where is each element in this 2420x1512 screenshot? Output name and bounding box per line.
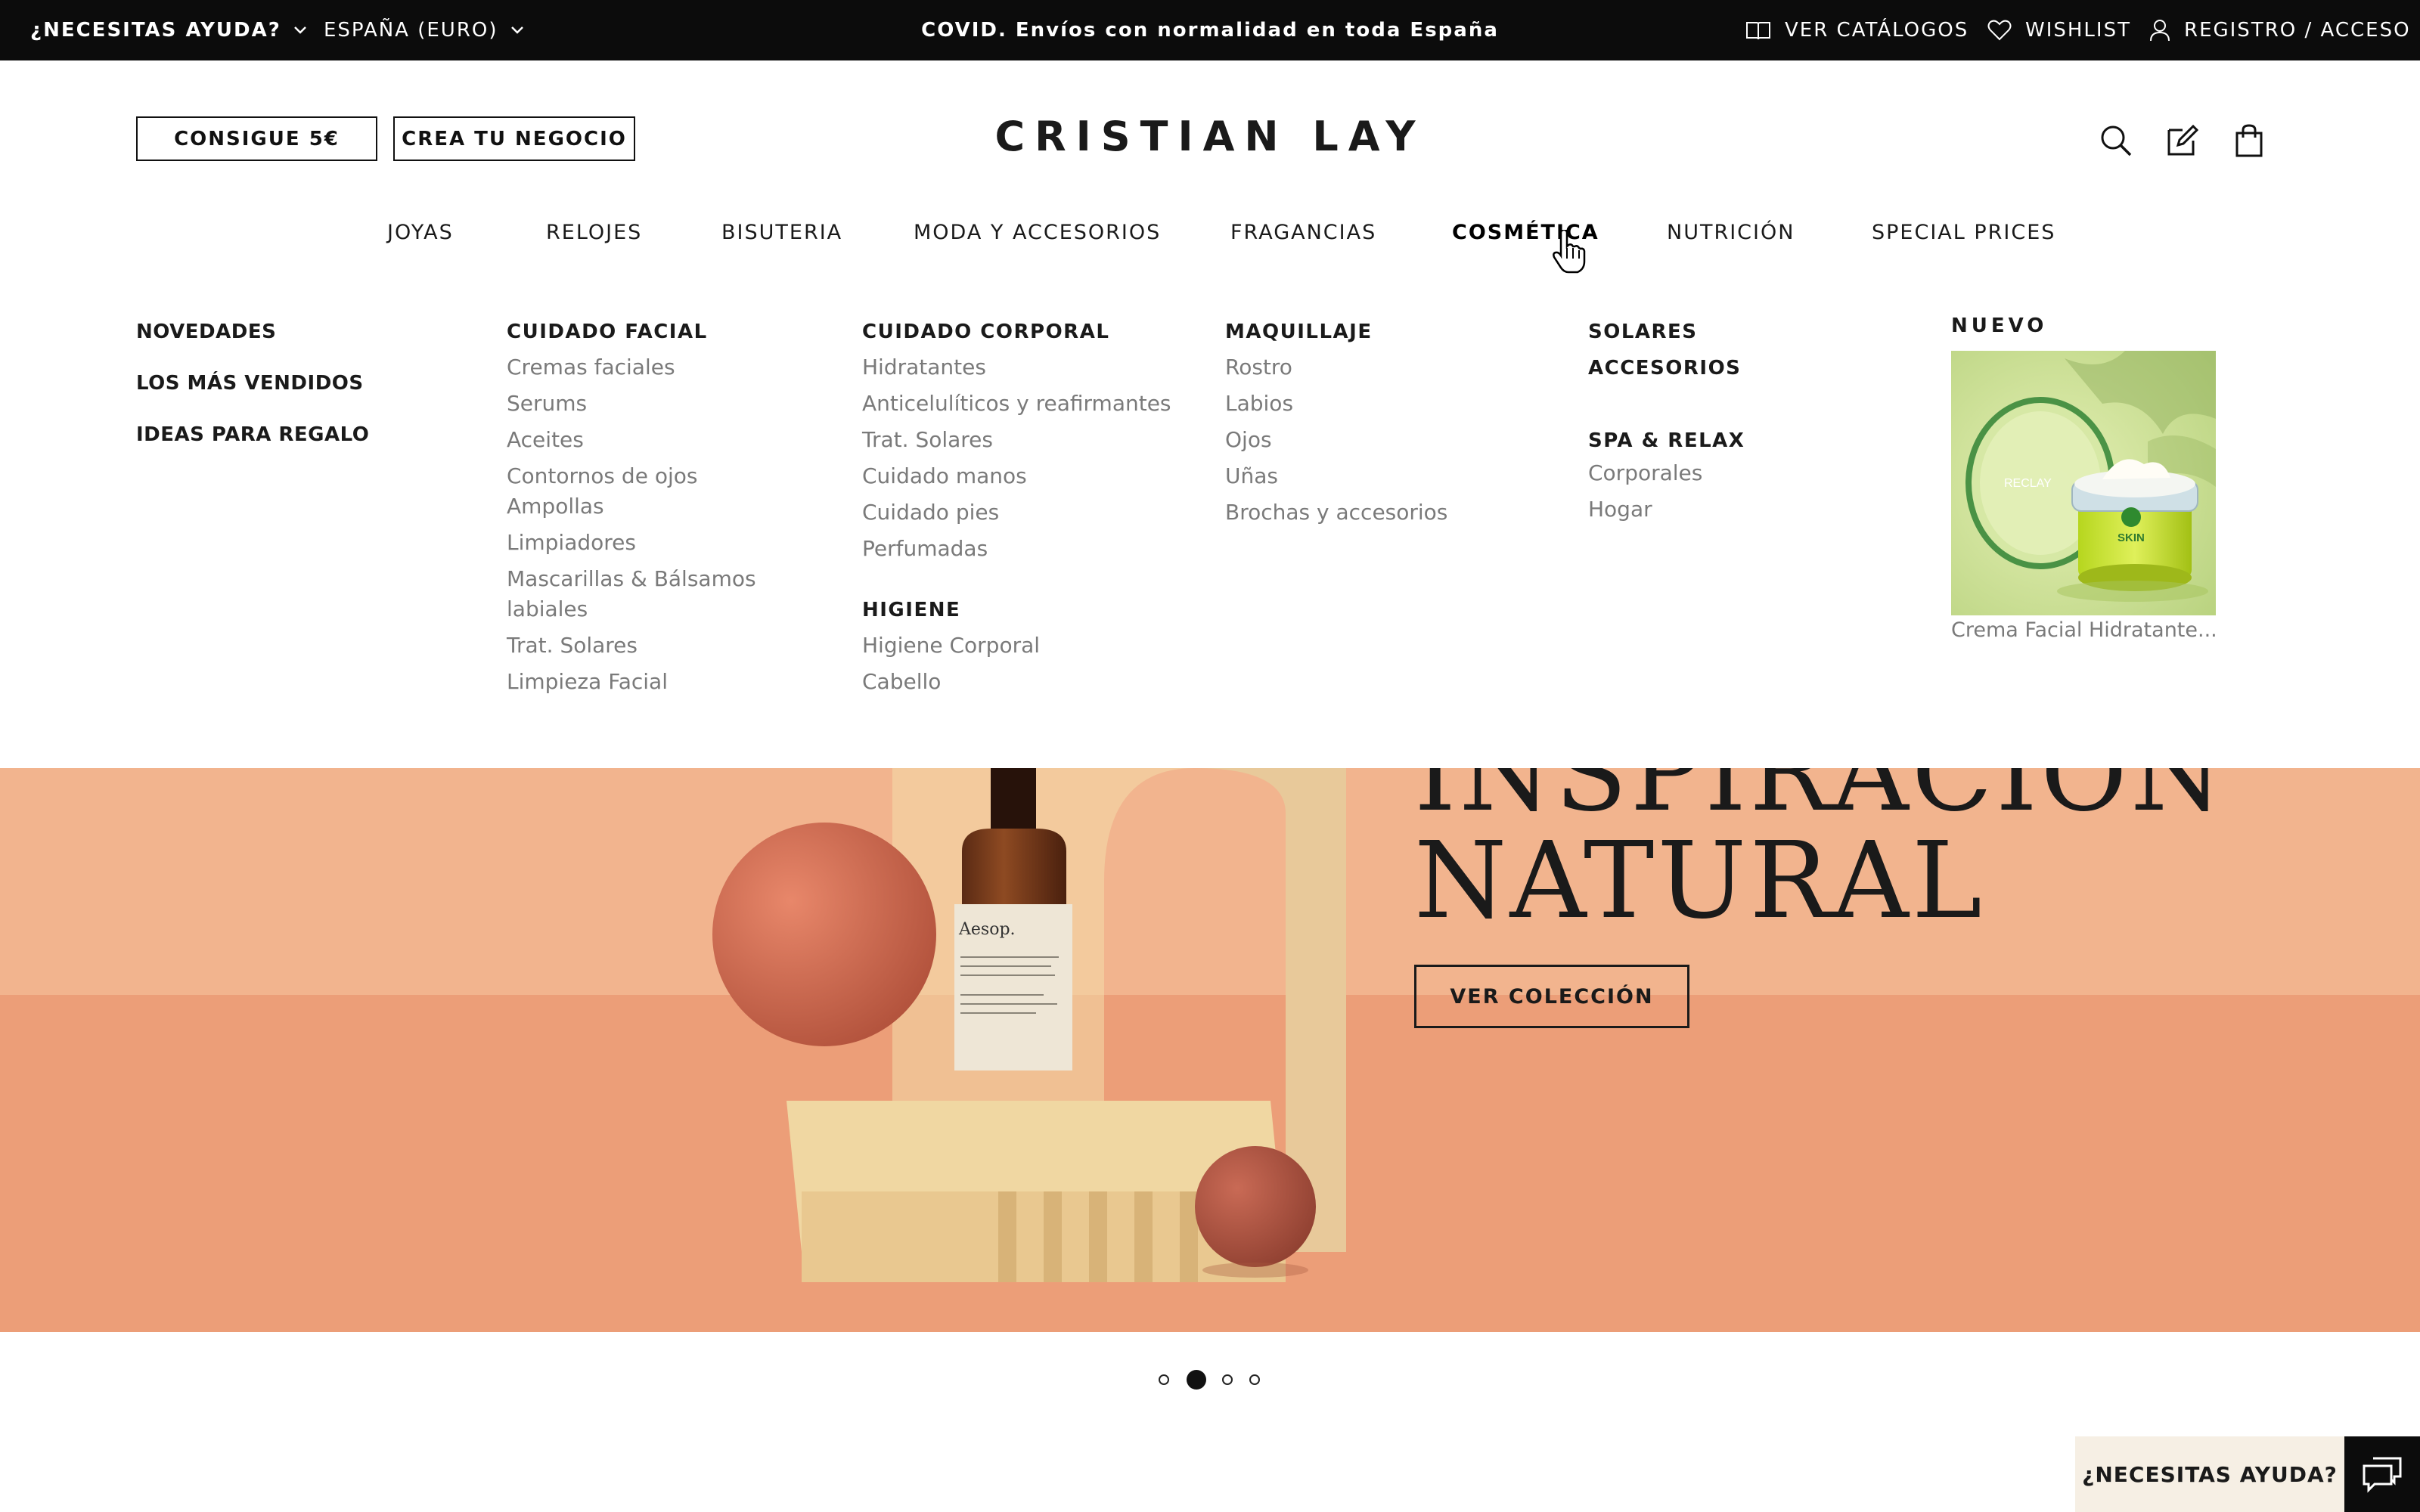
catalogs-label: VER CATÁLOGOS xyxy=(1785,19,1969,42)
menu-title-maquillaje[interactable]: MAQUILLAJE xyxy=(1225,321,1373,343)
hand-cursor-icon xyxy=(1553,230,1586,274)
help-widget-label: ¿NECESITAS AYUDA? xyxy=(2082,1461,2338,1487)
menu-link[interactable]: Labios xyxy=(1225,389,1293,419)
new-product-label: NUEVO xyxy=(1951,314,2048,337)
view-collection-button[interactable]: VER COLECCIÓN xyxy=(1414,965,1689,1028)
menu-title-accesorios[interactable]: ACCESORIOS xyxy=(1588,357,1741,380)
menu-title-cuidado-corporal[interactable]: CUIDADO CORPORAL xyxy=(862,321,1109,343)
nav-item-bisuteria[interactable]: BISUTERIA xyxy=(721,213,842,251)
menu-title-cuidado-facial[interactable]: CUIDADO FACIAL xyxy=(507,321,708,343)
book-icon xyxy=(1746,22,1770,40)
menu-link[interactable]: Limpiadores xyxy=(507,528,636,558)
carousel-dot-1[interactable] xyxy=(1159,1374,1169,1385)
menu-link[interactable]: labiales xyxy=(507,594,588,624)
menu-link-mas-vendidos[interactable]: LOS MÁS VENDIDOS xyxy=(136,372,364,395)
menu-title-higiene[interactable]: HIGIENE xyxy=(862,599,960,621)
new-product-image[interactable]: RECLAY SKIN xyxy=(1951,351,2216,615)
hero-image: Aesop. xyxy=(0,768,2420,1332)
search-icon[interactable] xyxy=(2099,124,2133,157)
top-bar: ¿NECESITAS AYUDA? ESPAÑA (EURO) COVID. E… xyxy=(0,0,2420,60)
nav-item-fragancias[interactable]: FRAGANCIAS xyxy=(1230,213,1376,251)
menu-link[interactable]: Cabello xyxy=(862,667,941,697)
user-icon xyxy=(2150,20,2170,42)
menu-link[interactable]: Hidratantes xyxy=(862,352,986,383)
help-widget[interactable]: ¿NECESITAS AYUDA? xyxy=(2075,1436,2344,1512)
wishlist-link[interactable]: WISHLIST xyxy=(1987,0,2131,60)
menu-link-novedades[interactable]: NOVEDADES xyxy=(136,321,276,343)
svg-text:Aesop.: Aesop. xyxy=(958,920,1016,939)
menu-link[interactable]: Anticelulíticos y reafirmantes xyxy=(862,389,1171,419)
menu-link[interactable]: Perfumadas xyxy=(862,534,988,564)
menu-link[interactable]: Ojos xyxy=(1225,425,1272,455)
menu-link[interactable]: Mascarillas & Bálsamos xyxy=(507,564,756,594)
menu-title-solares[interactable]: SOLARES xyxy=(1588,321,1698,343)
nav-item-joyas[interactable]: JOYAS xyxy=(387,213,454,251)
shopping-bag-icon[interactable] xyxy=(2232,124,2266,157)
hero-title-line-1: INSPIRACIÓN xyxy=(1414,768,2226,835)
carousel-dot-4[interactable] xyxy=(1249,1374,1260,1385)
help-dropdown-label: ¿NECESITAS AYUDA? xyxy=(30,19,281,42)
edit-icon[interactable] xyxy=(2166,124,2199,157)
menu-link[interactable]: Ampollas xyxy=(507,491,604,522)
menu-link[interactable]: Limpieza Facial xyxy=(507,667,668,697)
menu-link[interactable]: Aceites xyxy=(507,425,584,455)
help-dropdown[interactable]: ¿NECESITAS AYUDA? xyxy=(30,0,307,60)
carousel-dot-2-active[interactable] xyxy=(1187,1370,1206,1390)
menu-link[interactable]: Contornos de ojos xyxy=(507,461,697,491)
menu-link[interactable]: Corporales xyxy=(1588,458,1702,488)
menu-link[interactable]: Uñas xyxy=(1225,461,1278,491)
hero-banner: Aesop. INSPIRACIÓN NATURAL VER COLECCIÓN xyxy=(0,768,2420,1332)
carousel-dot-3[interactable] xyxy=(1222,1374,1233,1385)
chevron-down-icon xyxy=(510,26,523,34)
menu-link[interactable]: Trat. Solares xyxy=(507,631,638,661)
menu-link-ideas-regalo[interactable]: IDEAS PARA REGALO xyxy=(136,423,369,446)
nav-item-nutricion[interactable]: NUTRICIÓN xyxy=(1667,213,1795,251)
menu-link[interactable]: Cremas faciales xyxy=(507,352,675,383)
brand-logo[interactable]: CRISTIAN LAY xyxy=(908,106,1512,166)
country-selector[interactable]: ESPAÑA (EURO) xyxy=(324,0,524,60)
country-selector-label: ESPAÑA (EURO) xyxy=(324,19,498,42)
wishlist-label: WISHLIST xyxy=(2025,19,2131,42)
main-nav: JOYAS RELOJES BISUTERIA MODA Y ACCESORIO… xyxy=(0,213,2420,251)
svg-text:SKIN: SKIN xyxy=(2118,531,2145,544)
login-link[interactable]: REGISTRO / ACCESO xyxy=(2149,0,2411,60)
heart-icon xyxy=(1987,20,2012,41)
menu-link[interactable]: Serums xyxy=(507,389,587,419)
menu-link[interactable]: Rostro xyxy=(1225,352,1292,383)
menu-title-spa-relax[interactable]: SPA & RELAX xyxy=(1588,429,1745,452)
nav-item-moda-accesorios[interactable]: MODA Y ACCESORIOS xyxy=(914,213,1161,251)
menu-link[interactable]: Hogar xyxy=(1588,494,1652,525)
get-5-euros-button[interactable]: CONSIGUE 5€ xyxy=(136,116,377,161)
menu-link[interactable]: Higiene Corporal xyxy=(862,631,1040,661)
hero-title-line-2: NATURAL xyxy=(1414,820,1985,943)
svg-text:RECLAY: RECLAY xyxy=(2004,477,2052,490)
login-label: REGISTRO / ACCESO xyxy=(2184,19,2411,42)
chevron-down-icon xyxy=(293,26,306,34)
menu-link[interactable]: Cuidado manos xyxy=(862,461,1027,491)
cream-jar-illustration: RECLAY SKIN xyxy=(1951,351,2216,615)
chat-icon xyxy=(2363,1457,2402,1493)
new-product-caption[interactable]: Crema Facial Hidratante... xyxy=(1951,618,2217,642)
catalogs-link[interactable]: VER CATÁLOGOS xyxy=(1745,0,1969,60)
create-business-button[interactable]: CREA TU NEGOCIO xyxy=(393,116,635,161)
menu-link[interactable]: Cuidado pies xyxy=(862,497,999,528)
menu-link[interactable]: Brochas y accesorios xyxy=(1225,497,1447,528)
promo-banner-text: COVID. Envíos con normalidad en toda Esp… xyxy=(921,19,1499,42)
nav-item-special-prices[interactable]: SPECIAL PRICES xyxy=(1872,213,2055,251)
menu-link[interactable]: Trat. Solares xyxy=(862,425,993,455)
chat-button[interactable] xyxy=(2344,1436,2420,1512)
nav-item-relojes[interactable]: RELOJES xyxy=(546,213,642,251)
